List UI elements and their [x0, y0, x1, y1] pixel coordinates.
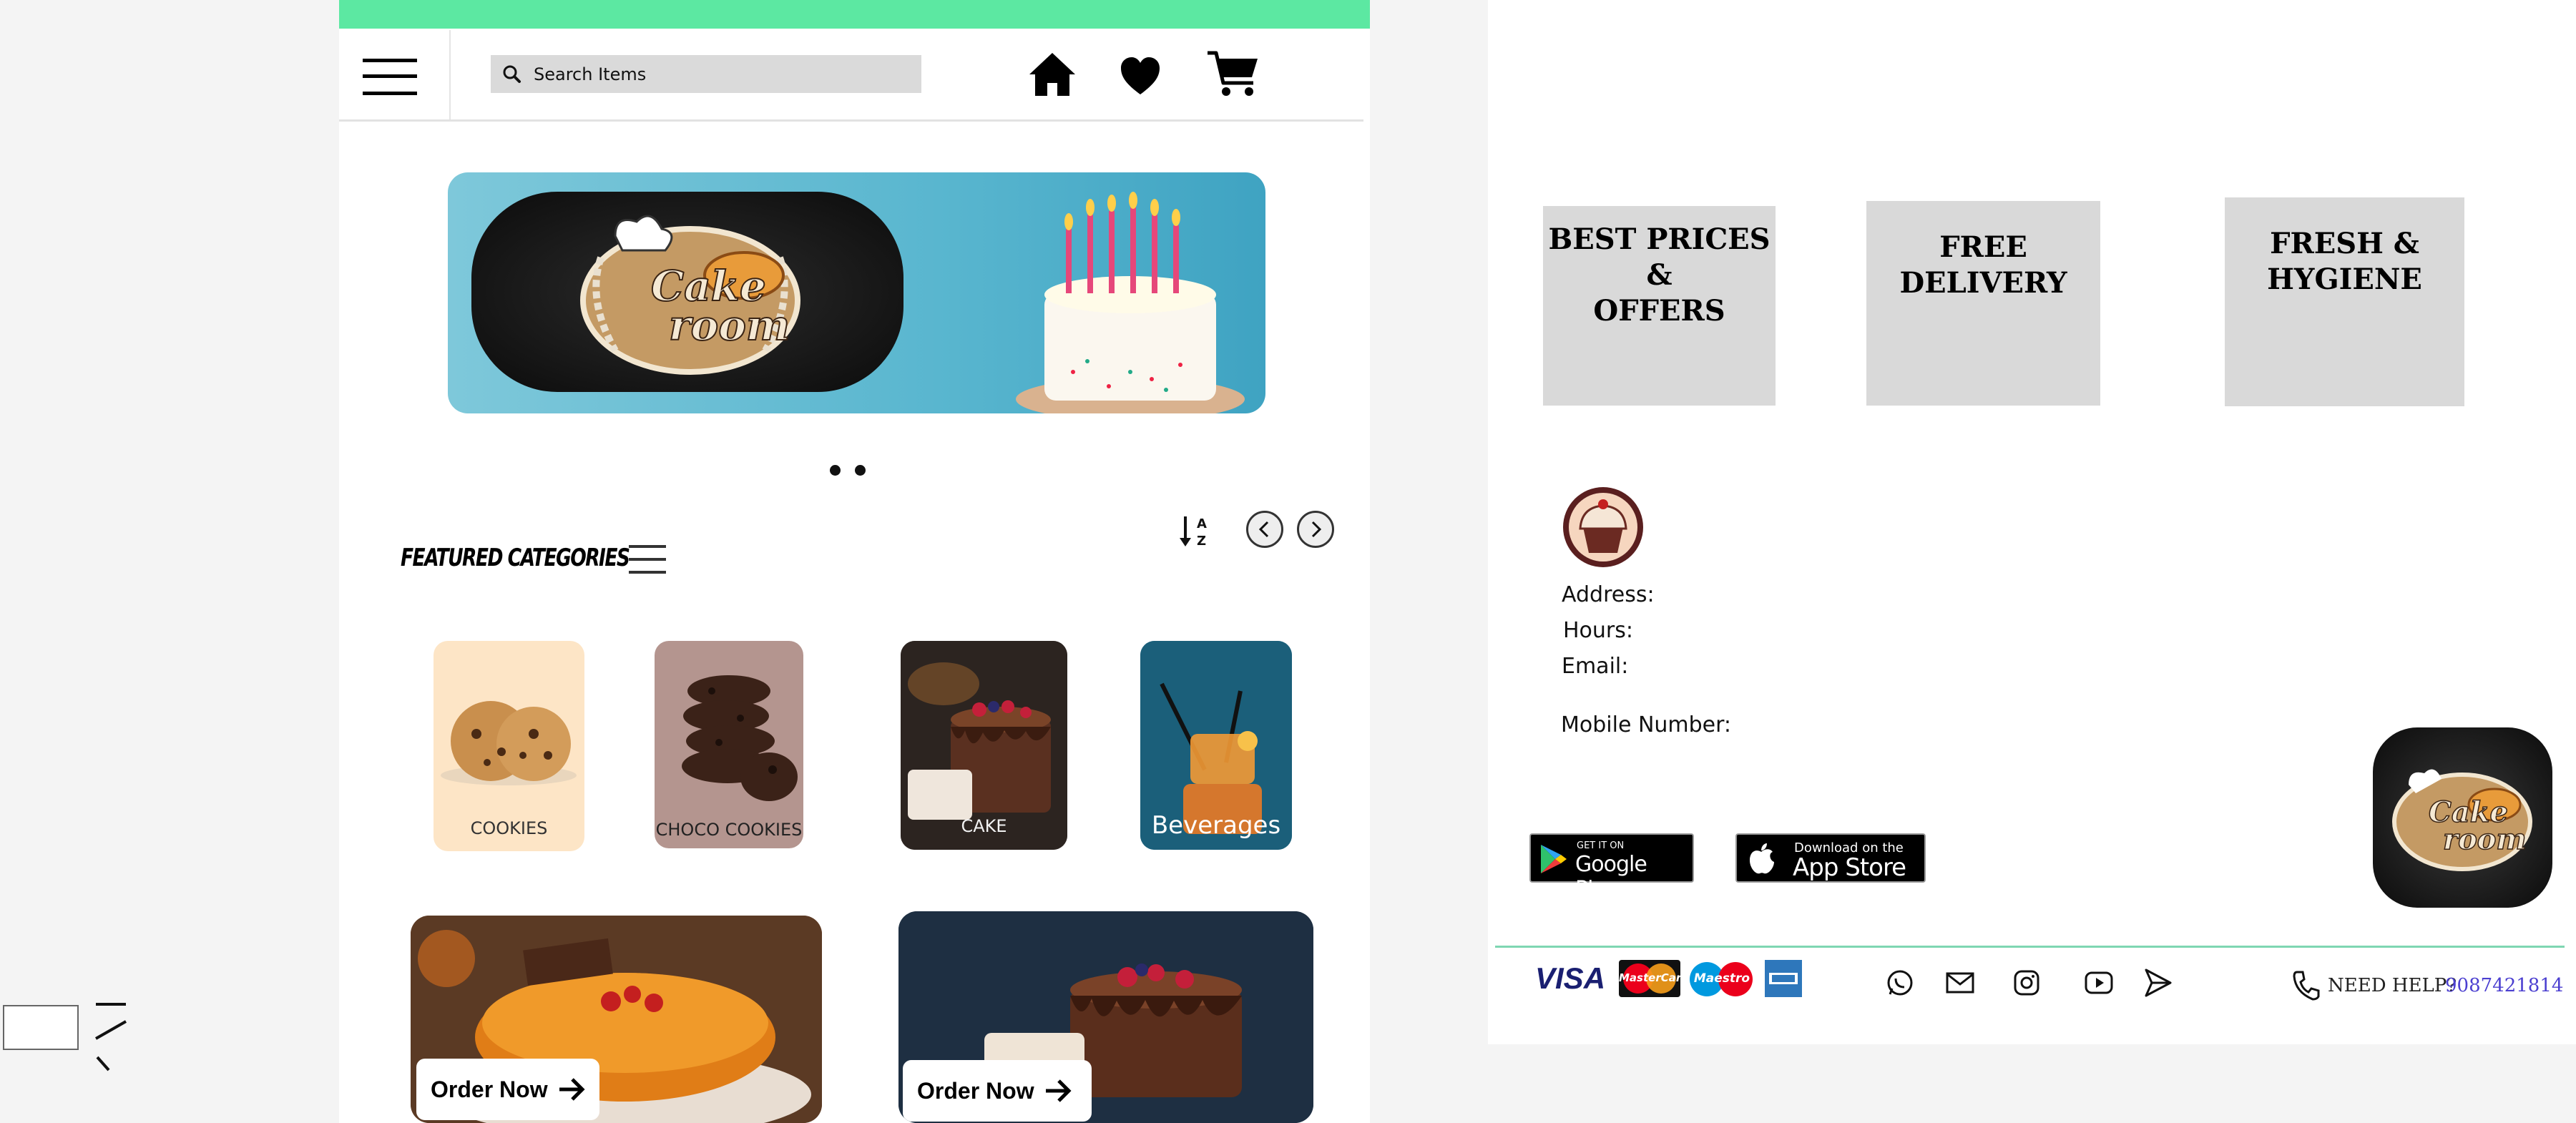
svg-text:room: room: [669, 301, 790, 350]
carousel-dots: [826, 465, 869, 476]
cookies-image: [441, 701, 577, 785]
carousel-dot[interactable]: [855, 465, 866, 476]
amex-logo: [1765, 960, 1802, 997]
cakeroom-logo: Cake room: [580, 215, 800, 375]
cupcake-logo: [1563, 487, 1643, 567]
visa-logo: VISA: [1535, 961, 1606, 995]
cakeroom-app-logo: Cake room: [2373, 727, 2552, 908]
carousel-dot[interactable]: [830, 465, 841, 476]
gplay-big-text: Google Play: [1575, 852, 1647, 902]
birthday-cake-image: [1016, 192, 1245, 413]
order-now-label: Order Now: [431, 1076, 548, 1102]
category-label: COOKIES: [470, 818, 548, 838]
cakeroom-logo: Cake room: [2392, 769, 2532, 871]
category-label: Beverages: [1151, 811, 1281, 840]
category-list-icon[interactable]: [629, 544, 666, 577]
category-beverages[interactable]: Beverages: [1140, 641, 1292, 850]
category-label: CHOCO COOKIES: [655, 820, 803, 840]
arrow-right-icon: [559, 1078, 585, 1101]
svg-text:room: room: [2443, 823, 2527, 856]
search-input[interactable]: Search Items: [491, 55, 921, 93]
feature-free-delivery: FREE DELIVERY: [1866, 201, 2100, 406]
google-play-badge[interactable]: GET IT ON Google Play: [1529, 833, 1694, 902]
feature-line: &: [1646, 258, 1673, 292]
send-icon[interactable]: [2142, 967, 2173, 999]
footer-divider: [1495, 946, 2565, 948]
feature-line: BEST PRICES: [1548, 222, 1771, 256]
input-box[interactable]: [3, 1005, 79, 1050]
cart-icon[interactable]: [1206, 49, 1260, 99]
maestro-logo: Maestro: [1690, 960, 1754, 997]
category-choco-cookies[interactable]: CHOCO COOKIES: [655, 641, 803, 848]
order-card-chocolate-cake[interactable]: Order Now: [898, 911, 1313, 1123]
search-placeholder: Search Items: [534, 64, 647, 84]
category-label: CAKE: [961, 816, 1007, 836]
mail-icon[interactable]: [1944, 967, 1976, 999]
gplay-small-text: GET IT ON: [1577, 840, 1625, 851]
slash-marks: [95, 1003, 127, 1071]
category-cookies[interactable]: COOKIES: [434, 641, 584, 851]
status-bar: [339, 0, 1370, 29]
prev-button[interactable]: [1246, 511, 1283, 548]
order-now-button[interactable]: Order Now: [903, 1060, 1092, 1122]
order-card-orange-cake[interactable]: Order Now: [411, 916, 822, 1123]
sort-az-icon[interactable]: A Z: [1177, 514, 1214, 549]
nav-divider: [449, 30, 451, 119]
heart-icon[interactable]: [1120, 56, 1161, 96]
chevron-right-icon: [1311, 521, 1322, 538]
feature-line: FREE: [1939, 230, 2027, 264]
feature-line: OFFERS: [1593, 294, 1725, 328]
app-store-badge[interactable]: Download on the App Store: [1735, 833, 1926, 883]
apple-icon: [1750, 843, 1774, 874]
feature-best-prices: BEST PRICES & OFFERS: [1543, 206, 1776, 406]
google-play-icon: [1541, 845, 1567, 873]
category-cake[interactable]: CAKE: [901, 641, 1067, 850]
order-now-button[interactable]: Order Now: [416, 1059, 599, 1120]
phone-icon: [2293, 971, 2320, 1001]
maestro-text: Maestro: [1693, 971, 1750, 986]
help-phone-number[interactable]: 9087421814: [2445, 975, 2563, 996]
feature-line: FRESH &: [2270, 227, 2419, 260]
order-now-label: Order Now: [917, 1077, 1034, 1104]
svg-text:Z: Z: [1197, 534, 1206, 549]
next-button[interactable]: [1297, 511, 1334, 548]
mastercard-logo: MasterCard: [1619, 960, 1689, 997]
email-label: Email:: [1562, 654, 1629, 679]
svg-text:A: A: [1197, 516, 1207, 531]
arrow-right-icon: [1045, 1079, 1072, 1102]
header-divider: [339, 119, 1363, 122]
need-help-label: NEED HELP?: [2328, 975, 2457, 996]
address-label: Address:: [1562, 582, 1655, 607]
whatsapp-icon[interactable]: [1884, 967, 1916, 999]
home-icon[interactable]: [1028, 52, 1077, 97]
feature-line: DELIVERY: [1899, 266, 2067, 300]
hours-label: Hours:: [1563, 618, 1633, 643]
instagram-icon[interactable]: [2011, 967, 2042, 999]
featured-categories-title: FEATURED CATEGORIES: [401, 544, 630, 572]
choco-cookies-image: [682, 675, 798, 801]
menu-icon[interactable]: [363, 56, 417, 97]
mobile-number-label: Mobile Number:: [1561, 712, 1732, 737]
search-icon: [503, 65, 521, 83]
chevron-left-icon: [1258, 521, 1269, 538]
appstore-big-text: App Store: [1793, 853, 1906, 882]
mastercard-text: MasterCard: [1619, 971, 1689, 984]
feature-fresh-hygiene: FRESH & HYGIENE: [2225, 197, 2464, 406]
youtube-icon[interactable]: [2083, 967, 2115, 999]
feature-line: HYGIENE: [2267, 263, 2422, 296]
